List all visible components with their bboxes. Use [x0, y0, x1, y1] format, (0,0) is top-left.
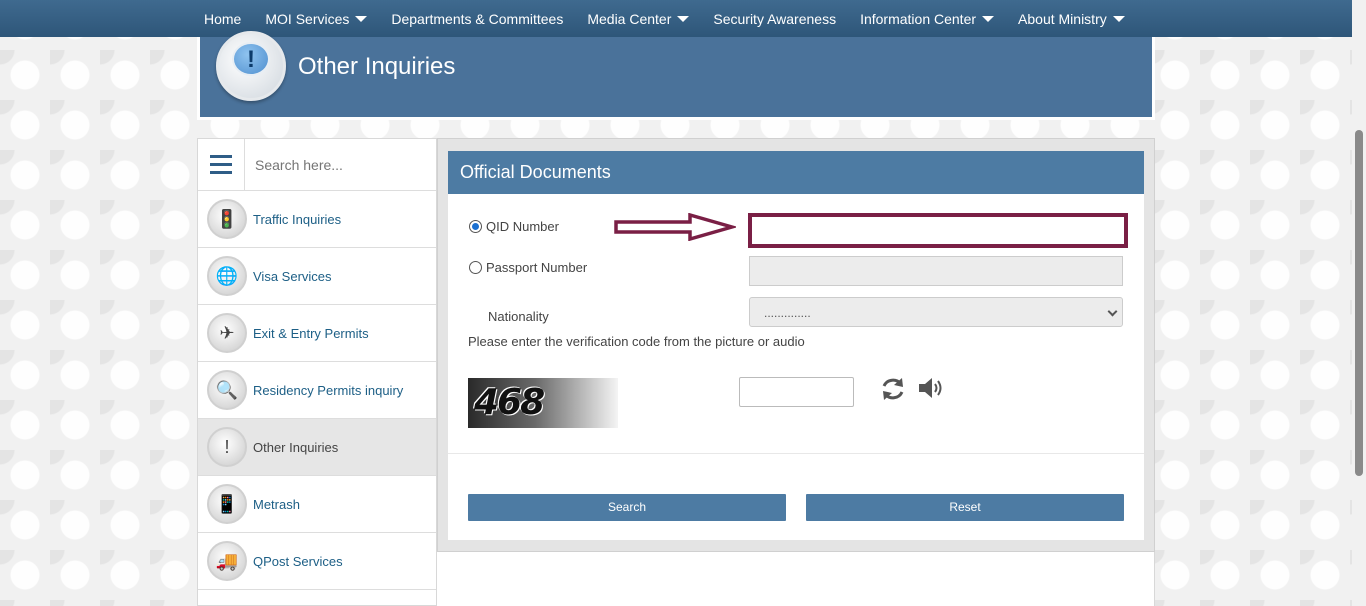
- nav-item-media-center[interactable]: Media Center: [587, 10, 690, 27]
- sidebar-item-label: Exit & Entry Permits: [253, 325, 369, 341]
- airplane-icon: ✈: [207, 313, 247, 353]
- exclamation-bubble-icon: !: [232, 42, 270, 76]
- main-panel: Official Documents QID Number Passport N…: [437, 138, 1155, 606]
- page-title: Other Inquiries: [298, 53, 456, 80]
- nav-item-information-center[interactable]: Information Center: [860, 10, 995, 27]
- sidebar-item-label: Other Inquiries: [253, 439, 339, 455]
- audio-speaker-icon[interactable]: [917, 375, 945, 401]
- scrollbar-thumb[interactable]: [1355, 130, 1363, 476]
- captcha-code: 468: [474, 382, 545, 423]
- nav-item-label: MOI Services: [265, 10, 350, 27]
- form-container: Official Documents QID Number Passport N…: [437, 138, 1155, 552]
- traffic-light-icon: 🚦: [207, 199, 247, 239]
- caret-down-icon: [677, 15, 690, 22]
- caret-down-icon: [1112, 15, 1125, 22]
- refresh-icon[interactable]: [879, 375, 907, 403]
- qid-option[interactable]: QID Number: [469, 219, 559, 234]
- nav-item-moi-services[interactable]: MOI Services: [265, 10, 368, 27]
- page-scrollbar[interactable]: [1352, 0, 1366, 606]
- passport-number-input[interactable]: [749, 256, 1123, 286]
- page-banner: ! Other Inquiries: [197, 31, 1155, 120]
- qid-radio[interactable]: [469, 220, 482, 233]
- captcha-input[interactable]: [739, 377, 854, 407]
- sidebar-item-metrash[interactable]: 📱 Metrash: [198, 476, 436, 533]
- delivery-van-icon: 🚚: [207, 541, 247, 581]
- sidebar-item-qpost-services[interactable]: 🚚 QPost Services: [198, 533, 436, 590]
- form-divider: [448, 453, 1144, 454]
- sidebar-item-exit-entry-permits[interactable]: ✈ Exit & Entry Permits: [198, 305, 436, 362]
- sidebar-item-traffic-inquiries[interactable]: 🚦 Traffic Inquiries: [198, 191, 436, 248]
- phone-icon: 📱: [207, 484, 247, 524]
- caret-down-icon: [355, 15, 368, 22]
- passport-radio[interactable]: [469, 261, 482, 274]
- nav-item-label: Information Center: [860, 10, 977, 27]
- sidebar-search-input[interactable]: [245, 139, 436, 190]
- nav-item-about-ministry[interactable]: About Ministry: [1018, 11, 1125, 27]
- nav-item-security-awareness[interactable]: Security Awareness: [713, 11, 836, 27]
- nav-item-home[interactable]: Home: [204, 11, 241, 27]
- nav-item-label: About Ministry: [1018, 10, 1107, 27]
- form-title: Official Documents: [448, 151, 1144, 194]
- sidebar-item-label: Traffic Inquiries: [253, 211, 342, 227]
- captcha-image: 468: [468, 378, 618, 428]
- sidebar-item-label: Visa Services: [253, 268, 332, 284]
- verification-instructions: Please enter the verification code from …: [468, 334, 805, 349]
- nav-item-label: Departments & Committees: [391, 10, 564, 27]
- passport-option[interactable]: Passport Number: [469, 260, 587, 275]
- qid-number-input[interactable]: [748, 213, 1128, 248]
- nav-item-label: Home: [204, 10, 242, 27]
- chevron-down-icon: [1107, 306, 1118, 317]
- sidebar-list: 🚦 Traffic Inquiries 🌐 Visa Services ✈ Exit & …: [198, 191, 436, 590]
- sidebar-item-other-inquiries[interactable]: ! Other Inquiries: [198, 419, 436, 476]
- search-button[interactable]: Search: [468, 494, 786, 521]
- reset-button[interactable]: Reset: [806, 494, 1124, 521]
- nationality-selected-value: ..............: [764, 306, 811, 320]
- sidebar: 🚦 Traffic Inquiries 🌐 Visa Services ✈ Exit & …: [197, 138, 437, 606]
- nationality-select[interactable]: ..............: [749, 297, 1123, 327]
- sidebar-item-label: Metrash: [253, 496, 300, 512]
- magnifier-icon: 🔍: [207, 370, 247, 410]
- nav-item-label: Security Awareness: [713, 10, 837, 27]
- exclamation-bubble-icon: !: [207, 427, 247, 467]
- sidebar-item-label: QPost Services: [253, 553, 343, 569]
- sidebar-search-bar: [198, 139, 436, 191]
- nav-item-label: Media Center: [587, 10, 672, 27]
- sidebar-item-label: Residency Permits inquiry: [253, 382, 404, 398]
- other-inquiries-banner-icon: !: [216, 31, 286, 101]
- sidebar-item-visa-services[interactable]: 🌐 Visa Services: [198, 248, 436, 305]
- nationality-label: Nationality: [488, 309, 549, 324]
- banner-inner: ! Other Inquiries: [200, 31, 1152, 117]
- visa-icon: 🌐: [207, 256, 247, 296]
- sidebar-item-residency-permits-inquiry[interactable]: 🔍 Residency Permits inquiry: [198, 362, 436, 419]
- caret-down-icon: [982, 15, 995, 22]
- form-body: QID Number Passport Number Nationality .…: [448, 194, 1144, 540]
- qid-label: QID Number: [486, 219, 559, 234]
- nav-item-departments-committees[interactable]: Departments & Committees: [391, 11, 563, 27]
- top-navigation: Home MOI Services Departments & Committees…: [0, 0, 1352, 37]
- passport-label: Passport Number: [486, 260, 588, 275]
- right-arrow-icon: [614, 213, 736, 241]
- hamburger-menu-icon[interactable]: [198, 139, 245, 190]
